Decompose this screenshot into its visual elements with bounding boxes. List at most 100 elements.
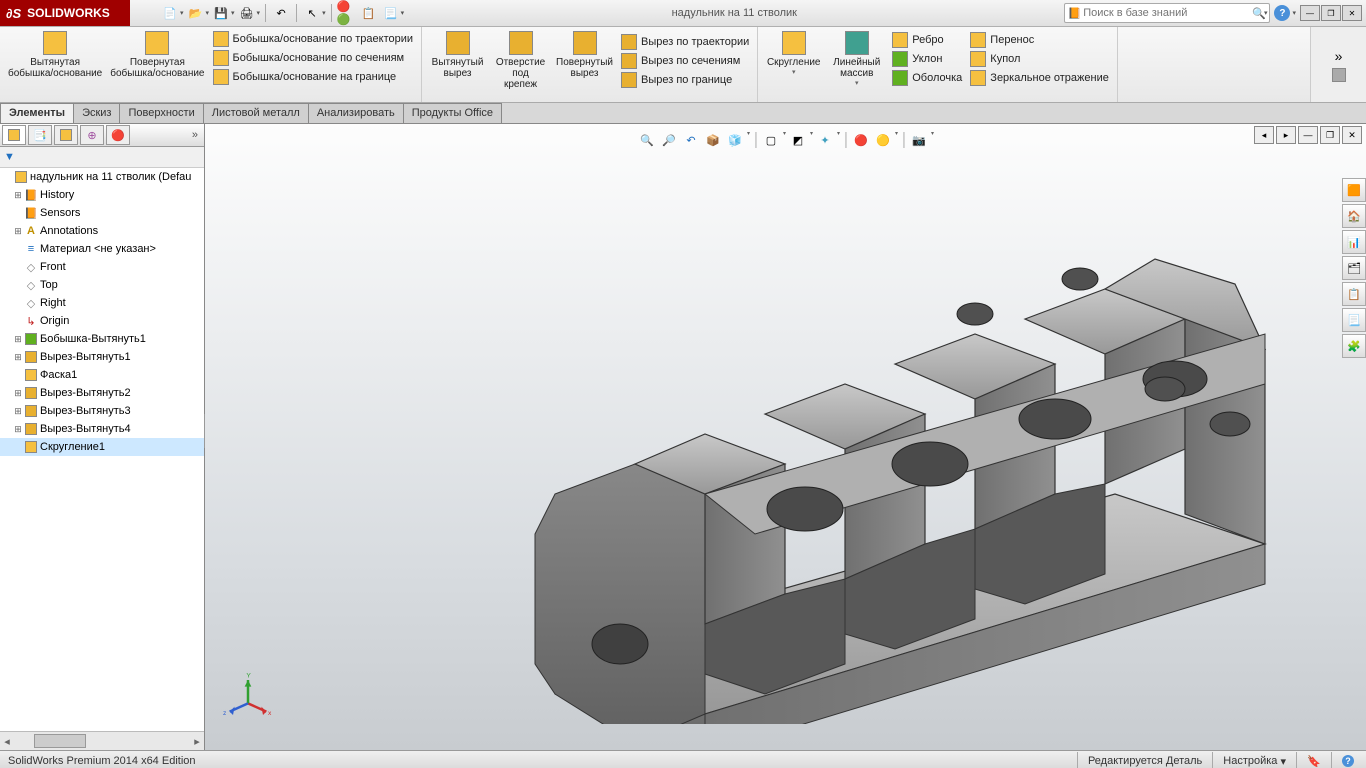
tab-evaluate[interactable]: Анализировать: [308, 103, 404, 123]
scroll-thumb[interactable]: [34, 734, 86, 748]
view-settings-icon[interactable]: 📷: [909, 130, 929, 150]
doc-prev-icon[interactable]: ◂: [1254, 126, 1274, 144]
tree-feature[interactable]: ⊞Вырез-Вытянуть3: [0, 402, 204, 420]
render-icon[interactable]: 🟡: [873, 130, 893, 150]
open-file-icon[interactable]: 📂: [186, 3, 206, 23]
tree-feature[interactable]: ⊞Вырез-Вытянуть4: [0, 420, 204, 438]
tree-root[interactable]: надульник на 11 стволик (Defau: [0, 168, 204, 186]
ribbon-options-icon[interactable]: [1332, 68, 1346, 82]
knowledge-search[interactable]: 📙 🔍▾: [1064, 3, 1270, 23]
mirror-button[interactable]: Зеркальное отражение: [966, 69, 1113, 88]
minimize-button[interactable]: —: [1300, 5, 1320, 21]
tree-sensors[interactable]: 📙Sensors: [0, 204, 204, 222]
tree-feature[interactable]: ⊞Вырез-Вытянуть2: [0, 384, 204, 402]
revolve-cut-button[interactable]: Повернутый вырез: [552, 29, 617, 92]
property-manager-tab[interactable]: 📑: [28, 125, 52, 145]
tree-hscroll[interactable]: ◂ ▸: [0, 731, 204, 750]
tree-plane-front[interactable]: ◇Front: [0, 258, 204, 276]
print-icon[interactable]: 🖨: [237, 3, 257, 23]
tree-feature[interactable]: ⊞Бобышка-Вытянуть1: [0, 330, 204, 348]
doc-close-button[interactable]: ✕: [1342, 126, 1362, 144]
tree-annotations[interactable]: ⊞AAnnotations: [0, 222, 204, 240]
design-library-tab[interactable]: 🏠: [1342, 204, 1366, 228]
zoom-area-icon[interactable]: 🔎: [659, 130, 679, 150]
resources-tab[interactable]: 🟧: [1342, 178, 1366, 202]
panel-expand-icon[interactable]: »: [188, 129, 202, 141]
hide-show-icon[interactable]: ◩: [788, 130, 808, 150]
options-paste-icon[interactable]: 📋: [359, 3, 379, 23]
file-explorer-tab[interactable]: 📊: [1342, 230, 1366, 254]
sweep-boss-button[interactable]: Бобышка/основание по траектории: [209, 29, 418, 48]
extrude-boss-button[interactable]: Вытянутая бобышка/основание: [4, 29, 106, 86]
section-view-icon[interactable]: 📦: [703, 130, 723, 150]
select-icon[interactable]: ↖: [302, 3, 322, 23]
zoom-fit-icon[interactable]: 🔍: [637, 130, 657, 150]
tree-history[interactable]: ⊞📙History: [0, 186, 204, 204]
tree-origin[interactable]: ↳Origin: [0, 312, 204, 330]
tab-office[interactable]: Продукты Office: [403, 103, 502, 123]
help-icon[interactable]: ?: [1274, 5, 1290, 21]
forum-tab[interactable]: 🧩: [1342, 334, 1366, 358]
document-window-controls: ◂ ▸ — ❐ ✕: [1254, 126, 1362, 144]
appearance-icon[interactable]: 🔴: [851, 130, 871, 150]
revolve-boss-button[interactable]: Повернутая бобышка/основание: [106, 29, 208, 86]
tab-sketch[interactable]: Эскиз: [73, 103, 120, 123]
material-icon: ≡: [24, 242, 38, 256]
view-palette-tab[interactable]: 🗂: [1342, 256, 1366, 280]
rebuild-icon[interactable]: 🔴🟢: [337, 3, 357, 23]
loft-boss-icon: [213, 50, 229, 66]
sweep-cut-button[interactable]: Вырез по траектории: [617, 32, 753, 51]
tree-material[interactable]: ≡Материал <не указан>: [0, 240, 204, 258]
display-style-icon[interactable]: ▢: [761, 130, 781, 150]
new-file-icon[interactable]: 📄: [160, 3, 180, 23]
rib-button[interactable]: Ребро: [888, 31, 966, 50]
shell-button[interactable]: Оболочка: [888, 69, 966, 88]
search-input[interactable]: [1081, 6, 1252, 20]
undo-icon[interactable]: ↶: [271, 3, 291, 23]
boundary-cut-button[interactable]: Вырез по границе: [617, 70, 753, 89]
options-icon[interactable]: 📃: [381, 3, 401, 23]
appearances-tab[interactable]: 📋: [1342, 282, 1366, 306]
doc-restore-button[interactable]: ❐: [1320, 126, 1340, 144]
tab-surfaces[interactable]: Поверхности: [119, 103, 203, 123]
wrap-icon: [970, 32, 986, 48]
tree-plane-right[interactable]: ◇Right: [0, 294, 204, 312]
dim-manager-tab[interactable]: ⊕: [80, 125, 104, 145]
orientation-triad[interactable]: x Y z: [223, 670, 273, 720]
boundary-boss-button[interactable]: Бобышка/основание на границе: [209, 67, 418, 86]
tab-sheetmetal[interactable]: Листовой металл: [203, 103, 309, 123]
tree-filter[interactable]: ▼: [0, 147, 204, 168]
status-customize[interactable]: Настройка ▾: [1212, 752, 1296, 768]
status-help-icon[interactable]: ?: [1331, 752, 1366, 768]
tab-features[interactable]: Элементы: [0, 103, 74, 123]
loft-cut-button[interactable]: Вырез по сечениям: [617, 51, 753, 70]
previous-view-icon[interactable]: ↶: [681, 130, 701, 150]
dome-button[interactable]: Купол: [966, 50, 1113, 69]
wrap-button[interactable]: Перенос: [966, 31, 1113, 50]
save-icon[interactable]: 💾: [211, 3, 231, 23]
doc-next-icon[interactable]: ▸: [1276, 126, 1296, 144]
tree-feature[interactable]: Фаска1: [0, 366, 204, 384]
graphics-area[interactable]: 🔍 🔎 ↶ 📦 🧊▾ ▢▾ ◩▾ ✦▾ 🔴 🟡▾ 📷▾ ◂ ▸ — ❐ ✕ 🟧 …: [205, 124, 1366, 750]
ribbon-overflow[interactable]: »: [1310, 27, 1366, 102]
custom-props-tab[interactable]: 📃: [1342, 308, 1366, 332]
feature-tree[interactable]: надульник на 11 стволик (Defau ⊞📙History…: [0, 168, 204, 731]
status-flag-icon[interactable]: 🔖: [1296, 752, 1331, 768]
config-manager-tab[interactable]: [54, 125, 78, 145]
extrude-cut-button[interactable]: Вытянутый вырез: [426, 29, 489, 92]
feature-manager-tab[interactable]: [2, 125, 26, 145]
render-manager-tab[interactable]: 🔴: [106, 125, 130, 145]
close-button[interactable]: ✕: [1342, 5, 1362, 21]
draft-button[interactable]: Уклон: [888, 50, 966, 69]
hole-wizard-button[interactable]: Отверстие под крепеж: [489, 29, 552, 92]
tree-feature[interactable]: ⊞Вырез-Вытянуть1: [0, 348, 204, 366]
linear-pattern-button[interactable]: Линейный массив ▾: [825, 29, 888, 89]
doc-minimize-button[interactable]: —: [1298, 126, 1318, 144]
tree-feature-selected[interactable]: Скругление1: [0, 438, 204, 456]
restore-button[interactable]: ❐: [1321, 5, 1341, 21]
view-orientation-icon[interactable]: 🧊: [725, 130, 745, 150]
tree-plane-top[interactable]: ◇Top: [0, 276, 204, 294]
loft-boss-button[interactable]: Бобышка/основание по сечениям: [209, 48, 418, 67]
scene-icon[interactable]: ✦: [815, 130, 835, 150]
fillet-button[interactable]: Скругление ▾: [762, 29, 825, 89]
